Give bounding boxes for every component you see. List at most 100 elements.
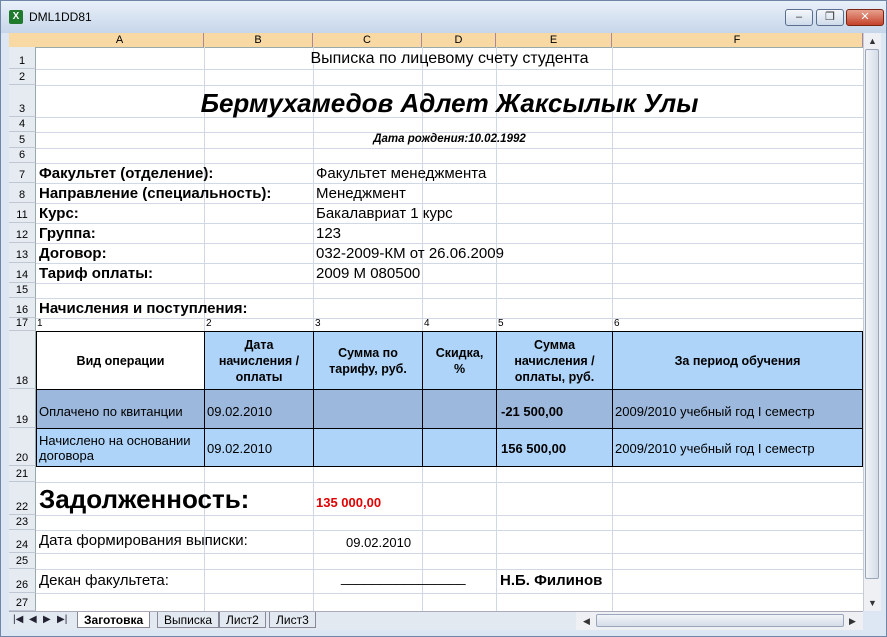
- group-label: Группа:: [39, 225, 96, 242]
- row-header[interactable]: 16: [9, 298, 36, 318]
- vertical-scrollbar[interactable]: ▲ ▼: [863, 33, 881, 611]
- column-header-a[interactable]: A: [36, 33, 204, 47]
- tab-list3[interactable]: Лист3: [269, 612, 316, 628]
- row-header[interactable]: 17: [9, 317, 36, 331]
- specialty-value: Менеджмент: [316, 185, 406, 202]
- row-header[interactable]: 2: [9, 69, 36, 85]
- cell-date[interactable]: 09.02.2010: [204, 389, 314, 429]
- row-header[interactable]: 11: [9, 203, 36, 223]
- col-number: 4: [424, 318, 430, 329]
- row-header[interactable]: 5: [9, 132, 36, 148]
- row-header[interactable]: 6: [9, 148, 36, 163]
- cell-operation[interactable]: Оплачено по квитанции: [36, 389, 205, 429]
- cell-discount[interactable]: [422, 389, 497, 429]
- contract-label: Договор:: [39, 245, 107, 262]
- row-header[interactable]: 15: [9, 283, 36, 298]
- window-title: DML1DD81: [29, 10, 92, 24]
- col-number: 6: [614, 318, 620, 329]
- course-label: Курс:: [39, 205, 79, 222]
- row-header[interactable]: 19: [9, 389, 36, 428]
- row-header[interactable]: 21: [9, 466, 36, 482]
- row-header[interactable]: 18: [9, 331, 36, 389]
- scroll-left-icon[interactable]: ◀: [578, 613, 595, 629]
- column-header-f[interactable]: F: [612, 33, 863, 47]
- row-header[interactable]: 7: [9, 163, 36, 183]
- spreadsheet-window: X DML1DD81 – ❐ ✕ A B C D E F 1 2 3 4 5 6…: [0, 0, 887, 637]
- dean-label: Декан факультета:: [39, 572, 169, 589]
- cell-grid[interactable]: Выписка по лицевому счету студента Берму…: [36, 47, 863, 611]
- cell-tariff[interactable]: [313, 389, 423, 429]
- cell-amount[interactable]: 156 500,00: [496, 428, 613, 467]
- cell-operation[interactable]: Начислено на основании договора: [36, 428, 205, 467]
- column-header-c[interactable]: C: [313, 33, 422, 47]
- next-sheet-icon[interactable]: ▶: [43, 614, 51, 625]
- cell-discount[interactable]: [422, 428, 497, 467]
- scroll-down-icon[interactable]: ▼: [864, 595, 881, 611]
- excel-icon: X: [9, 10, 23, 24]
- tab-list2[interactable]: Лист2: [219, 612, 266, 628]
- faculty-value: Факультет менеджмента: [316, 165, 487, 182]
- debt-label: Задолженность:: [39, 484, 250, 514]
- horizontal-scrollbar[interactable]: ◀ ▶: [576, 611, 863, 630]
- row-header[interactable]: 14: [9, 263, 36, 283]
- row-header[interactable]: 1: [9, 47, 36, 69]
- student-name: Бермухамедов Адлет Жаксылык Улы: [200, 88, 699, 118]
- header-operation: Вид операции: [76, 353, 165, 368]
- header-period: За период обучения: [612, 331, 863, 390]
- restore-button[interactable]: ❐: [816, 9, 844, 26]
- header-date: Дата начисления / оплаты: [204, 331, 314, 390]
- statement-heading: Выписка по лицевому счету студента: [310, 50, 589, 67]
- column-header-e[interactable]: E: [496, 33, 612, 47]
- scroll-right-icon[interactable]: ▶: [844, 613, 861, 629]
- row-header[interactable]: 24: [9, 530, 36, 553]
- faculty-label: Факультет (отделение):: [39, 165, 214, 182]
- row-header[interactable]: 12: [9, 223, 36, 243]
- row-header[interactable]: 26: [9, 569, 36, 593]
- column-headers: A B C D E F: [9, 33, 863, 48]
- minimize-button[interactable]: –: [785, 9, 813, 26]
- group-value: 123: [316, 225, 342, 242]
- last-sheet-icon[interactable]: ▶|: [57, 614, 67, 625]
- vertical-scroll-thumb[interactable]: [865, 49, 879, 579]
- header-discount: Скидка, %: [422, 331, 497, 390]
- title-bar: X DML1DD81 – ❐ ✕: [1, 1, 886, 33]
- cell-period[interactable]: 2009/2010 учебный год I семестр: [612, 428, 863, 467]
- close-button[interactable]: ✕: [846, 9, 884, 26]
- horizontal-scroll-thumb[interactable]: [596, 614, 844, 627]
- dean-name: Н.Б. Филинов: [500, 572, 603, 589]
- issue-date-label: Дата формирования выписки:: [39, 532, 248, 549]
- course-value: Бакалавриат 1 курс: [316, 205, 453, 222]
- tariff-value: 2009 М 080500: [316, 265, 421, 282]
- row-header[interactable]: 23: [9, 515, 36, 530]
- col-number: 3: [315, 318, 321, 329]
- row-header[interactable]: 13: [9, 243, 36, 263]
- tariff-label: Тариф оплаты:: [39, 265, 154, 282]
- tab-zagotovka[interactable]: Заготовка: [77, 612, 151, 628]
- table-header-cell: Вид операции: [36, 331, 205, 390]
- prev-sheet-icon[interactable]: ◀: [29, 614, 37, 625]
- col-number: 5: [498, 318, 504, 329]
- row-header[interactable]: 25: [9, 553, 36, 569]
- issue-date-value: 09.02.2010: [346, 535, 412, 550]
- contract-value: 032-2009-КМ от 26.06.2009: [316, 245, 504, 262]
- row-header[interactable]: 27: [9, 593, 36, 611]
- first-sheet-icon[interactable]: |◀: [13, 614, 23, 625]
- row-header[interactable]: 20: [9, 428, 36, 466]
- column-header-b[interactable]: B: [204, 33, 313, 47]
- row-header[interactable]: 3: [9, 85, 36, 117]
- tab-vypiska[interactable]: Выписка: [157, 612, 220, 628]
- header-amount: Сумма начисления / оплаты, руб.: [496, 331, 613, 390]
- column-header-d[interactable]: D: [422, 33, 496, 47]
- row-header[interactable]: 22: [9, 482, 36, 515]
- cell-period[interactable]: 2009/2010 учебный год I семестр: [612, 389, 863, 429]
- row-header[interactable]: 4: [9, 117, 36, 132]
- cell-tariff[interactable]: [313, 428, 423, 467]
- cell-date[interactable]: 09.02.2010: [204, 428, 314, 467]
- col-number: 2: [206, 318, 212, 329]
- worksheet[interactable]: A B C D E F 1 2 3 4 5 6 7 8 11 12 13 14 …: [9, 33, 863, 611]
- header-tariff-sum: Сумма по тарифу, руб.: [313, 331, 423, 390]
- cell-amount[interactable]: -21 500,00: [496, 389, 613, 429]
- scroll-up-icon[interactable]: ▲: [864, 33, 881, 49]
- row-header[interactable]: 8: [9, 183, 36, 203]
- dean-signature-line: ________________: [341, 569, 466, 585]
